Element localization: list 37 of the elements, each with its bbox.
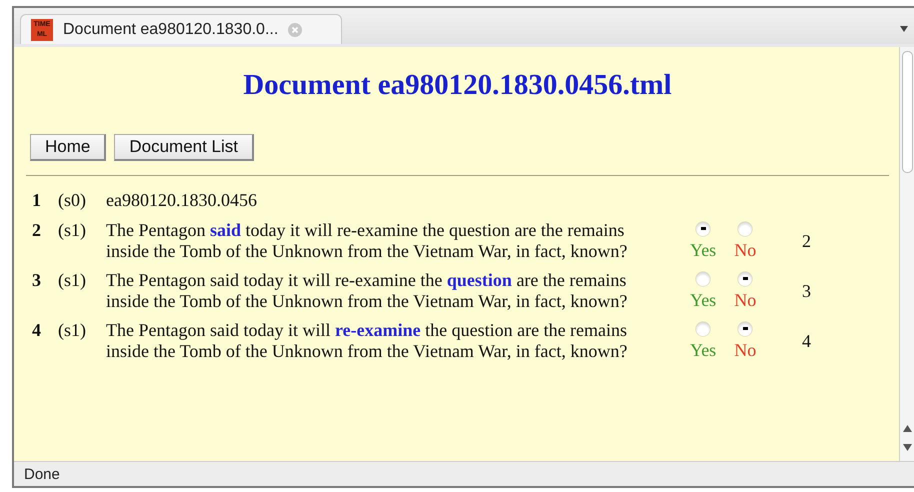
- row-count: 2: [802, 230, 811, 252]
- radio-button[interactable]: [738, 272, 752, 286]
- radio-button[interactable]: [696, 222, 710, 236]
- scroll-up-icon[interactable]: [902, 425, 912, 432]
- row-number: 1: [32, 190, 42, 211]
- sentence-id: (s1): [58, 270, 87, 291]
- choice-label: No: [734, 240, 756, 260]
- radio-button[interactable]: [696, 272, 710, 286]
- row-number: 2: [32, 220, 42, 241]
- choice-label: Yes: [690, 240, 716, 260]
- choice-label: Yes: [690, 340, 716, 360]
- row-number: 4: [32, 320, 42, 341]
- tab-title: Document ea980120.1830.0...: [63, 20, 278, 38]
- radio-button[interactable]: [738, 222, 752, 236]
- row-number: 3: [32, 270, 42, 291]
- choice-label: No: [734, 340, 756, 360]
- sentence-id: (s1): [58, 320, 87, 341]
- sentence-id: (s1): [58, 220, 87, 241]
- scroll-thumb[interactable]: [902, 51, 912, 173]
- row-count: 3: [802, 280, 811, 302]
- sentence-id: (s0): [58, 190, 87, 211]
- sentence-text: The Pentagon said today it will re-examine the question are the remains inside the Tomb of the Unknown from the Vietnam War, in fact, known?: [106, 320, 628, 362]
- nav-button[interactable]: Document List: [114, 134, 254, 161]
- sentence-text: The Pentagon said today it will re-examine the question are the remains inside the Tomb of the Unknown from the Vietnam War, in fact, known?: [106, 270, 628, 312]
- dropdown-icon[interactable]: [900, 26, 908, 32]
- nav-button[interactable]: Home: [30, 134, 106, 161]
- sentence-text: ea980120.1830.0456: [106, 190, 258, 211]
- status-text: Done: [24, 466, 60, 482]
- choice-label: Yes: [690, 290, 716, 310]
- scrollbar[interactable]: [899, 47, 914, 461]
- radio-button[interactable]: [696, 322, 710, 336]
- page-heading: Document ea980120.1830.0456.tml: [242, 69, 673, 102]
- radio-button[interactable]: [738, 322, 752, 336]
- choice-label: No: [734, 290, 756, 310]
- scroll-down-icon[interactable]: [902, 444, 912, 451]
- row-count: 4: [802, 330, 811, 352]
- sentence-text: The Pentagon said today it will re-examine the question are the remains inside the Tomb of the Unknown from the Vietnam War, in fact, known?: [106, 220, 628, 262]
